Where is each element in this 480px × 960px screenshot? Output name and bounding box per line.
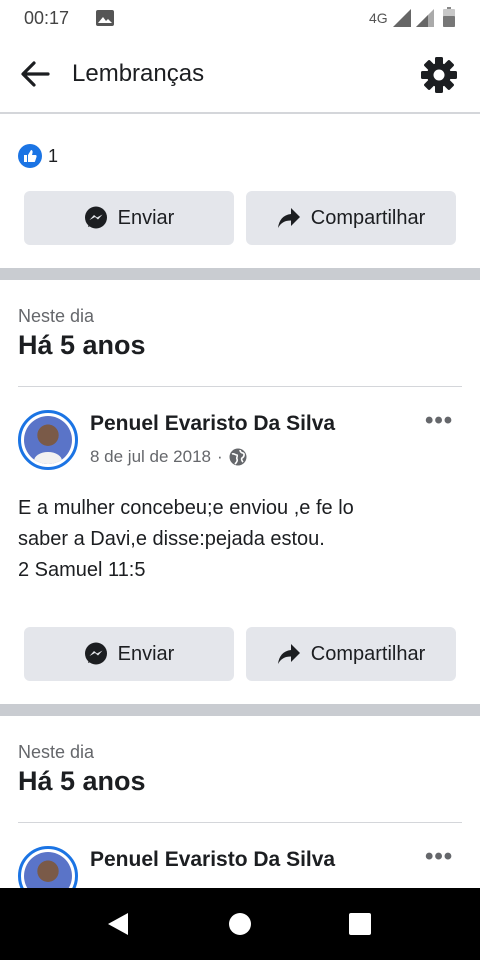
post-date[interactable]: 8 de jul de 2018 — [90, 447, 211, 467]
section-label: Neste dia — [18, 306, 95, 326]
post-text: E a mulher concebeu;e enviou ,e fe lo sa… — [18, 493, 458, 586]
section-separator — [0, 268, 480, 280]
battery-icon — [443, 7, 455, 32]
messenger-icon — [84, 206, 107, 229]
status-bar: 00:17 4G — [0, 0, 480, 36]
page-title: Lembranças — [72, 60, 205, 87]
share-arrow-icon — [277, 208, 300, 228]
share-button-label: Compartilhar — [310, 206, 426, 229]
divider — [18, 386, 462, 387]
more-options-icon[interactable]: ••• — [425, 407, 453, 435]
post-author[interactable]: Penuel Evaristo Da Silva — [90, 412, 335, 436]
post-author[interactable]: Penuel Evaristo Da Silva — [90, 848, 335, 872]
back-arrow-icon[interactable] — [18, 57, 52, 96]
nav-home-icon[interactable] — [228, 912, 252, 941]
post-text-line: E a mulher concebeu;e enviou ,e fe lo — [18, 497, 354, 519]
more-options-icon[interactable]: ••• — [425, 843, 453, 871]
section-title: Há 5 anos — [18, 766, 146, 796]
reaction-summary[interactable]: 1 — [18, 143, 58, 169]
share-button-label: Compartilhar — [310, 642, 426, 665]
avatar[interactable] — [18, 410, 78, 470]
send-button[interactable]: Enviar — [24, 627, 234, 681]
share-button[interactable]: Compartilhar — [246, 627, 456, 681]
post-meta: 8 de jul de 2018 · — [90, 447, 247, 467]
status-time: 00:17 — [24, 8, 70, 28]
system-navigation-bar — [0, 888, 480, 960]
share-button[interactable]: Compartilhar — [246, 191, 456, 245]
send-button[interactable]: Enviar — [24, 191, 234, 245]
app-bar: Lembranças — [0, 36, 480, 114]
network-type: 4G — [369, 10, 388, 26]
globe-icon — [229, 448, 247, 466]
section-label: Neste dia — [18, 742, 95, 762]
section-title: Há 5 anos — [18, 330, 146, 360]
image-notification-icon — [96, 10, 114, 31]
send-button-label: Enviar — [117, 206, 175, 229]
send-button-label: Enviar — [117, 642, 175, 665]
post-text-line: saber a Davi,e disse:pejada estou. — [18, 528, 325, 550]
messenger-icon — [84, 642, 107, 665]
like-reaction-icon — [18, 144, 42, 168]
share-arrow-icon — [277, 644, 300, 664]
signal-icon — [393, 9, 411, 32]
divider — [18, 822, 462, 823]
settings-gear-icon[interactable] — [420, 56, 458, 99]
reaction-count: 1 — [48, 145, 59, 166]
post-text-line: 2 Samuel 11:5 — [18, 559, 146, 581]
section-separator — [0, 704, 480, 716]
nav-recents-icon[interactable] — [348, 912, 372, 941]
signal-no-data-icon — [416, 9, 434, 32]
nav-back-icon[interactable] — [106, 912, 130, 941]
